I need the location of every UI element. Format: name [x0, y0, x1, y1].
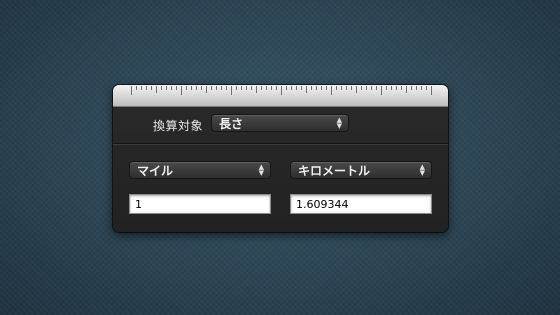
- from-unit-popup[interactable]: マイル ▲ ▼: [129, 161, 271, 179]
- unit-converter-widget: 換算対象 長さ ▲ ▼ マイル ▲ ▼ キロメートル ▲ ▼: [113, 85, 448, 232]
- divider: [113, 143, 448, 145]
- target-row: 換算対象 長さ ▲ ▼: [113, 107, 448, 143]
- up-down-arrows-icon: ▲ ▼: [258, 163, 264, 177]
- up-down-arrows-icon: ▲ ▼: [336, 116, 342, 130]
- ruler-ticks: [131, 86, 432, 95]
- to-unit-popup[interactable]: キロメートル ▲ ▼: [290, 161, 432, 179]
- from-unit-value: マイル: [137, 164, 174, 178]
- to-value-input[interactable]: [290, 194, 432, 214]
- ruler-graphic: [113, 85, 448, 107]
- target-type-value: 長さ: [219, 117, 244, 131]
- from-value-input[interactable]: [129, 194, 271, 214]
- target-label: 換算対象: [153, 119, 204, 133]
- to-unit-value: キロメートル: [298, 164, 371, 178]
- target-type-popup[interactable]: 長さ ▲ ▼: [211, 114, 349, 132]
- up-down-arrows-icon: ▲ ▼: [419, 163, 425, 177]
